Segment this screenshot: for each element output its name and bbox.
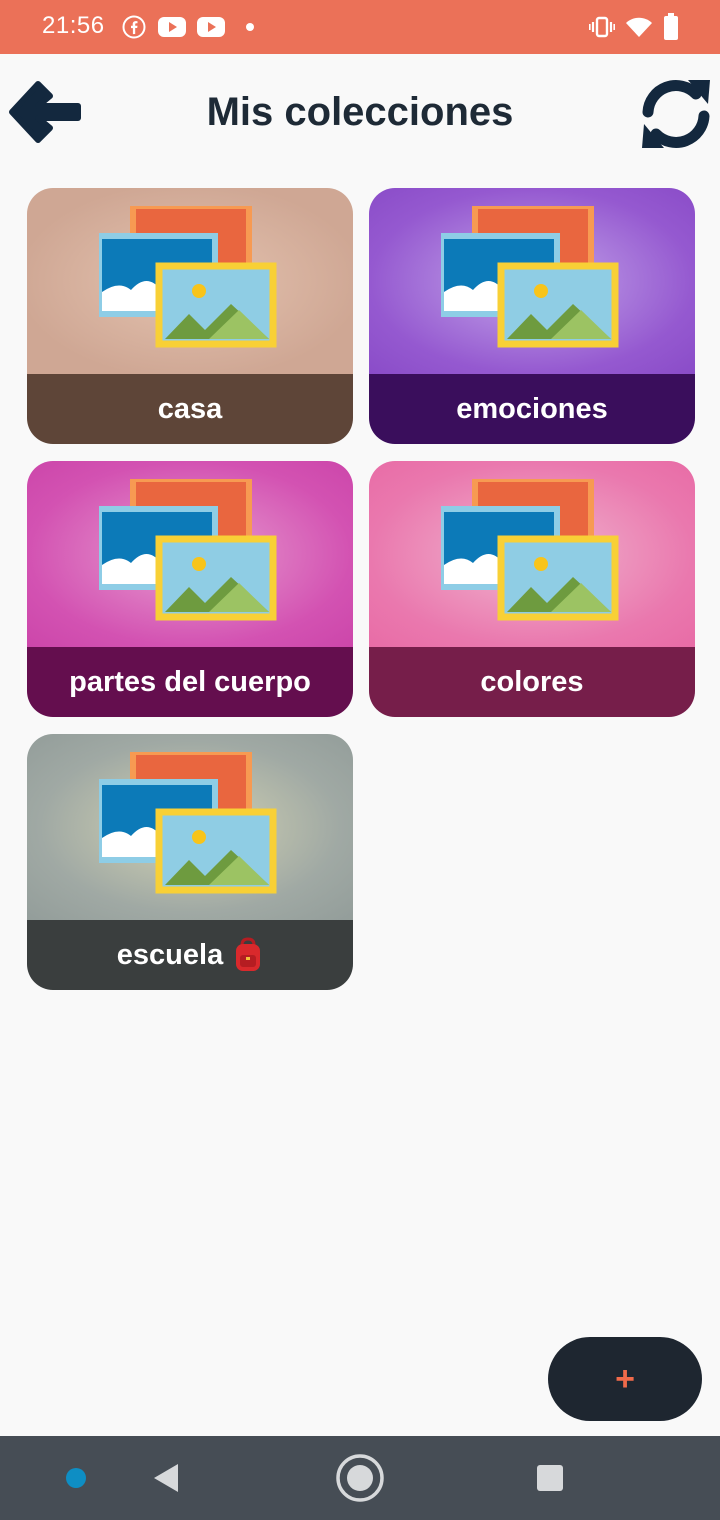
add-collection-button[interactable]: + — [548, 1337, 702, 1421]
status-bar: 21:56 — [0, 0, 720, 54]
collection-image — [27, 188, 353, 374]
home-circle-icon[interactable] — [334, 1452, 386, 1504]
collection-image — [369, 461, 695, 647]
assistant-dot-icon[interactable] — [64, 1466, 88, 1490]
collection-image — [369, 188, 695, 374]
back-triangle-icon[interactable] — [150, 1460, 184, 1496]
battery-icon — [664, 13, 678, 40]
facebook-icon — [122, 15, 146, 39]
recents-square-icon[interactable] — [536, 1464, 564, 1492]
collection-label-bar: escuela — [27, 920, 353, 990]
sync-icon — [642, 80, 710, 148]
collection-card-escuela[interactable]: escuela — [27, 734, 353, 990]
picture-frames-icon — [99, 752, 277, 894]
youtube-icon — [158, 17, 186, 37]
status-time: 21:56 — [42, 12, 105, 39]
page-title: Mis colecciones — [206, 90, 514, 134]
picture-frames-icon — [441, 206, 619, 348]
wifi-icon — [626, 17, 652, 37]
picture-frames-icon — [441, 479, 619, 621]
collection-label-bar: emociones — [369, 374, 695, 444]
sync-button[interactable] — [636, 74, 716, 154]
collection-image — [27, 734, 353, 920]
collection-label: partes del cuerpo — [69, 665, 311, 698]
app-header: Mis colecciones — [0, 54, 720, 174]
picture-frames-icon — [99, 479, 277, 621]
collection-card-partes-del-cuerpo[interactable]: partes del cuerpo — [27, 461, 353, 717]
youtube-icon — [197, 17, 225, 37]
collection-image — [27, 461, 353, 647]
plus-icon: + — [615, 1359, 635, 1398]
picture-frames-icon — [99, 206, 277, 348]
collection-label: escuela — [116, 938, 224, 971]
collection-card-casa[interactable]: casa — [27, 188, 353, 444]
collection-label-bar: partes del cuerpo — [27, 647, 353, 717]
collection-label: emociones — [456, 392, 608, 425]
backpack-icon — [236, 937, 261, 971]
collection-label-bar: colores — [369, 647, 695, 717]
collection-card-emociones[interactable]: emociones — [369, 188, 695, 444]
collection-card-colores[interactable]: colores — [369, 461, 695, 717]
collection-label-bar: casa — [27, 374, 353, 444]
collection-label: colores — [480, 665, 584, 698]
system-nav-bar — [0, 1436, 720, 1520]
dot-icon — [246, 23, 254, 31]
vibrate-icon — [589, 16, 615, 38]
collection-label: casa — [157, 392, 223, 425]
